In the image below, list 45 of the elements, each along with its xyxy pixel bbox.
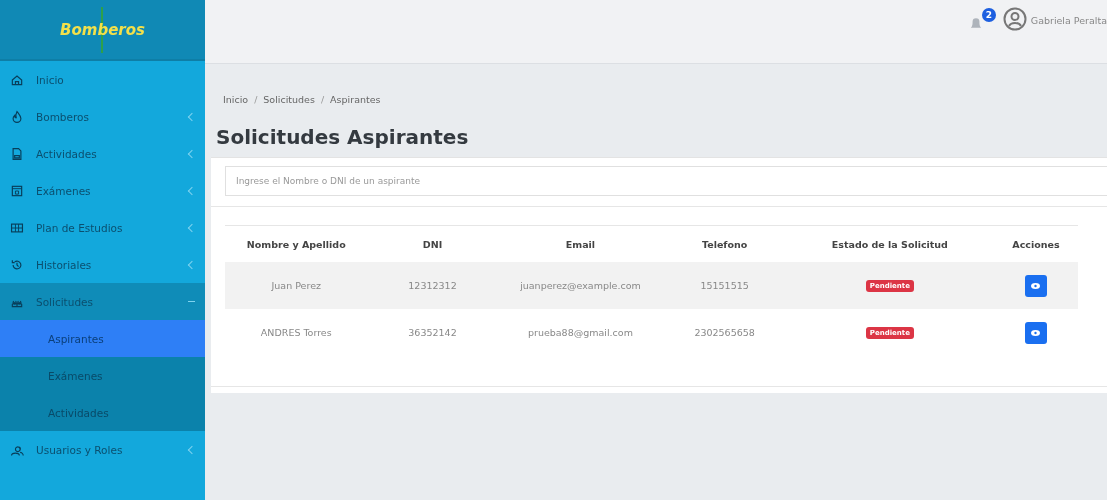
table-cell: 12312312 [408,280,457,291]
table-cell: ANDRES Torres [260,327,332,338]
flame-icon [10,109,24,124]
sidebar-item[interactable]: Bomberos [0,98,205,135]
sidebar-item[interactable]: Plan de Estudios [0,209,205,246]
breadcrumb-link[interactable]: Aspirantes [330,94,381,105]
table-cell: 2302565658 [694,327,755,338]
sidebar-item[interactable]: Inicio [0,61,205,98]
breadcrumb-link[interactable]: Inicio [223,94,249,105]
breadcrumb-link[interactable]: Solicitudes [263,94,315,105]
table-cell: Juan Perez [271,280,321,291]
column-header: Nombre y Apellido [246,238,346,250]
submenu-item[interactable]: Aspirantes [0,320,205,357]
sidebar-item[interactable]: Solicitudes [0,283,205,320]
sidebar-item[interactable]: Historiales [0,246,205,283]
column-header: Telefono [701,238,748,250]
table-cell: prueba88@gmail.com [527,327,633,338]
submenu-item[interactable]: Actividades [0,394,205,431]
user-avatar-icon[interactable] [1002,7,1027,31]
breadcrumb-separator: / [320,94,325,105]
column-header: Email [565,238,596,250]
search-field[interactable]: Ingrese el Nombre o DNI de un aspirante [225,166,1107,196]
column-header: Estado de la Solicitud [831,238,948,250]
user-name[interactable]: Gabriela Peralta [1030,15,1107,26]
table-cell: 15151515 [700,280,749,291]
sidebar-item[interactable]: Exámenes [0,172,205,209]
sidebar-item[interactable]: Usuarios y Roles [0,431,205,468]
document-icon [10,146,24,161]
eye-icon [1031,282,1041,289]
sidebar-item[interactable]: Actividades [0,135,205,172]
grid-icon [10,220,24,235]
page-title: Solicitudes Aspirantes [216,125,470,149]
collapse-icon [188,300,195,303]
eye-icon [1031,329,1041,336]
breadcrumb-separator: / [254,94,258,105]
view-button[interactable] [1024,321,1047,344]
column-header: DNI [422,238,443,250]
calendar-icon [10,183,24,198]
column-header: Acciones [1012,238,1060,250]
table-cell: juanperez@example.com [520,280,641,291]
submenu-item[interactable]: Exámenes [0,357,205,394]
view-button[interactable] [1024,274,1047,297]
notification-count: 2 [981,8,996,22]
history-icon [10,257,24,272]
table-cell: 36352142 [408,327,457,338]
